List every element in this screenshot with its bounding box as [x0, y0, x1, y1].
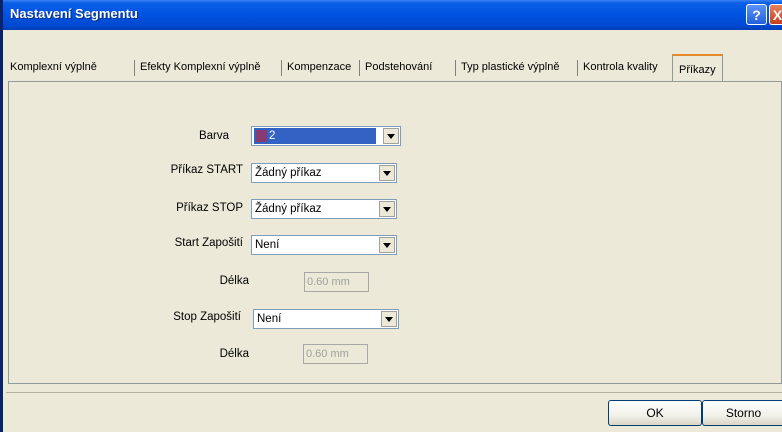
tab-strip: Komplexní výplně Efekty Komplexní výplně… [6, 54, 782, 82]
start-command-select[interactable]: Žádný příkaz [251, 163, 397, 183]
start-length-field[interactable]: 0.60 mm [304, 272, 369, 292]
tab-separator [134, 60, 135, 76]
tab-separator [359, 60, 360, 76]
color-value: 2 [269, 130, 276, 142]
stop-tie-select[interactable]: Není [253, 309, 399, 329]
chevron-down-icon [383, 206, 391, 212]
start-tie-label: Start Zapošití [174, 237, 243, 249]
close-icon: X [772, 6, 782, 23]
start-length-label: Délka [219, 275, 249, 287]
tab-kompenzace[interactable]: Kompenzace [287, 57, 351, 81]
stop-length-field[interactable]: 0.60 mm [303, 344, 368, 364]
tab-panel-prikazy: Barva 2 Příkaz START Žádný příkaz Příkaz… [8, 81, 782, 384]
help-button[interactable]: ? [746, 4, 767, 25]
stop-command-select[interactable]: Žádný příkaz [251, 199, 397, 219]
tab-efekty-komplexni-vyplne[interactable]: Efekty Komplexní výplně [140, 57, 260, 81]
chevron-down-icon [383, 242, 391, 248]
color-dropdown-button[interactable] [383, 128, 399, 144]
chevron-down-icon [385, 316, 393, 322]
chevron-down-icon [387, 133, 395, 139]
start-command-label: Příkaz START [170, 164, 243, 176]
tab-podstehovani[interactable]: Podstehování [365, 57, 432, 81]
tab-komplexni-vyplne[interactable]: Komplexní výplně [10, 57, 97, 81]
stop-command-label: Příkaz STOP [176, 202, 243, 214]
stop-tie-value: Není [257, 313, 282, 325]
start-tie-dropdown-button[interactable] [379, 237, 395, 253]
tab-typ-plasticke-vyplne[interactable]: Typ plastické výplně [461, 57, 559, 81]
start-command-value: Žádný příkaz [255, 167, 322, 179]
window-title: Nastavení Segmentu [10, 6, 138, 21]
color-label: Barva [198, 130, 229, 142]
cancel-button[interactable]: Storno [702, 400, 782, 426]
start-command-dropdown-button[interactable] [379, 165, 395, 181]
color-selected-item: 2 [254, 128, 376, 144]
title-bar[interactable]: Nastavení Segmentu ? X [3, 0, 782, 30]
tab-separator [455, 60, 456, 76]
stop-tie-dropdown-button[interactable] [381, 311, 397, 327]
stop-length-label: Délka [219, 348, 249, 360]
chevron-down-icon [383, 170, 391, 176]
close-button[interactable]: X [769, 4, 782, 25]
ok-button[interactable]: OK [608, 400, 702, 426]
start-tie-value: Není [255, 239, 280, 251]
stop-tie-label: Stop Zapošití [173, 311, 241, 323]
help-icon: ? [752, 6, 761, 23]
start-tie-select[interactable]: Není [251, 235, 397, 255]
tab-separator [577, 60, 578, 76]
stop-command-value: Žádný příkaz [255, 203, 322, 215]
stop-command-dropdown-button[interactable] [379, 201, 395, 217]
dialog-window: Nastavení Segmentu ? X Komplexní výplně … [0, 0, 782, 432]
tab-prikazy[interactable]: Příkazy [672, 54, 723, 82]
footer-divider [6, 392, 782, 393]
tab-kontrola-kvality[interactable]: Kontrola kvality [583, 57, 658, 81]
color-swatch [256, 130, 267, 142]
tab-separator [281, 60, 282, 76]
color-select[interactable]: 2 [251, 126, 401, 146]
